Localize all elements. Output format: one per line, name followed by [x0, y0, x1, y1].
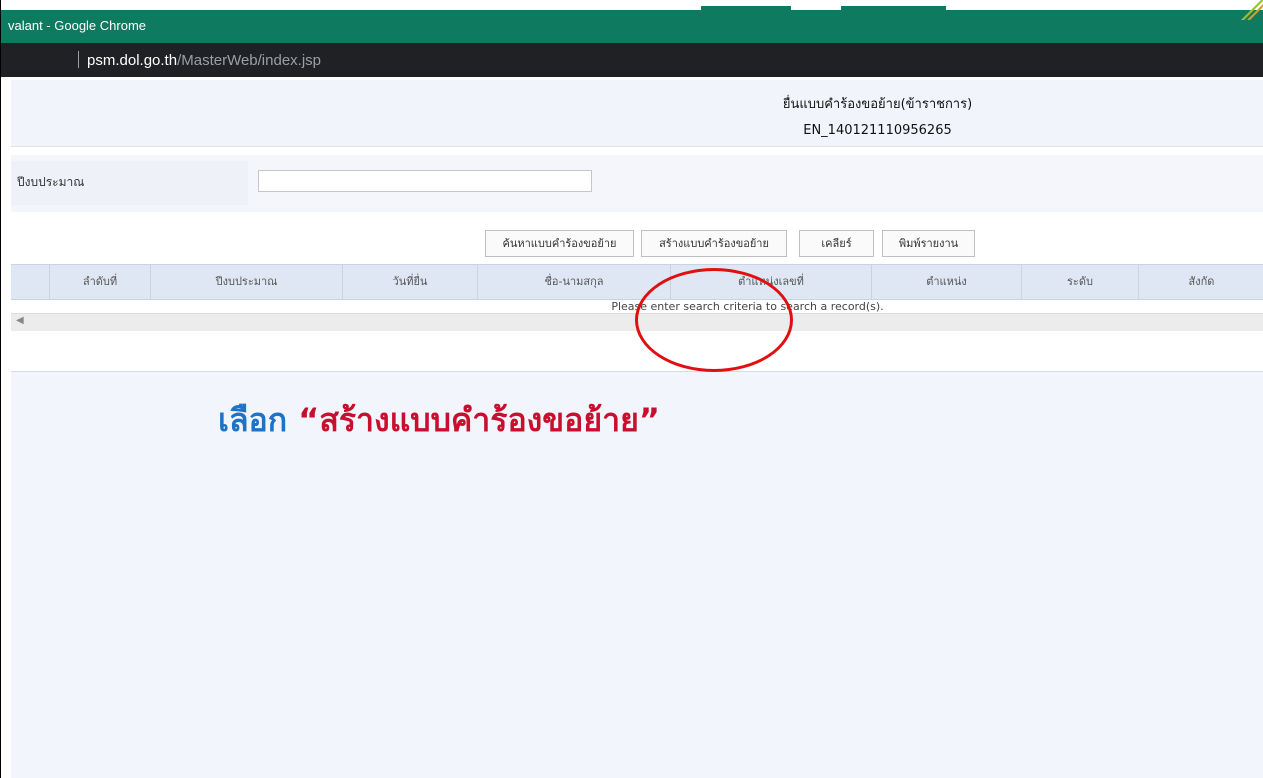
browser-window: valant - Google Chrome psm.dol.go.th/Mas…: [0, 0, 1263, 778]
page-content: ยื่นแบบคำร้องขอย้าย(ข้าราชการ) EN_140121…: [1, 77, 1263, 778]
address-bar[interactable]: psm.dol.go.th/MasterWeb/index.jsp: [1, 43, 1263, 77]
annotation-quote-close: ”: [638, 401, 660, 439]
budget-year-input[interactable]: [258, 170, 592, 192]
create-request-button[interactable]: สร้างแบบคำร้องขอย้าย: [641, 230, 787, 257]
print-report-button[interactable]: พิมพ์รายงาน: [882, 230, 975, 257]
window-title: valant - Google Chrome: [8, 18, 147, 33]
grid-header: ลำดับที่ ปีงบประมาณ วันที่ยื่น ชื่อ-นามส…: [11, 264, 1263, 300]
annotation-quote-open: “: [298, 401, 320, 439]
clear-button[interactable]: เคลียร์: [799, 230, 874, 257]
url-text[interactable]: psm.dol.go.th/MasterWeb/index.jsp: [87, 52, 321, 69]
address-separator: [78, 51, 79, 68]
annotation-prefix: เลือก: [218, 401, 288, 439]
column-header[interactable]: สังกัด: [1139, 265, 1263, 299]
page-title: ยื่นแบบคำร้องขอย้าย(ข้าราชการ): [782, 97, 973, 112]
document-code: EN_140121110956265: [803, 123, 952, 138]
column-header[interactable]: วันที่ยื่น: [343, 265, 478, 299]
column-header[interactable]: ชื่อ-นามสกุล: [478, 265, 671, 299]
top-strip: [1, 0, 1263, 10]
filter-panel: ปีงบประมาณ: [11, 155, 1263, 212]
window-titlebar: valant - Google Chrome: [1, 10, 1263, 43]
column-header[interactable]: ระดับ: [1022, 265, 1139, 299]
instruction-annotation: เลือก “สร้างแบบคำร้องขอย้าย”: [218, 395, 660, 446]
column-header[interactable]: ตำแหน่ง: [872, 265, 1022, 299]
budget-year-label: ปีงบประมาณ: [17, 175, 85, 189]
column-header[interactable]: ปีงบประมาณ: [151, 265, 343, 299]
search-request-button[interactable]: ค้นหาแบบคำร้องขอย้าย: [485, 230, 634, 257]
scroll-left-icon[interactable]: ◀: [16, 315, 24, 326]
url-host: psm.dol.go.th: [87, 52, 178, 69]
url-path: /MasterWeb/index.jsp: [177, 52, 322, 69]
annotation-highlight: สร้างแบบคำร้องขอย้าย: [319, 401, 639, 439]
corner-decoration-icon: [1241, 0, 1263, 20]
button-row: ค้นหาแบบคำร้องขอย้าย สร้างแบบคำร้องขอย้า…: [11, 230, 1263, 260]
page-header: ยื่นแบบคำร้องขอย้าย(ข้าราชการ) EN_140121…: [11, 80, 1263, 147]
column-header[interactable]: ลำดับที่: [50, 265, 151, 299]
highlight-circle: [635, 268, 793, 372]
grid-select-column: [11, 265, 50, 299]
